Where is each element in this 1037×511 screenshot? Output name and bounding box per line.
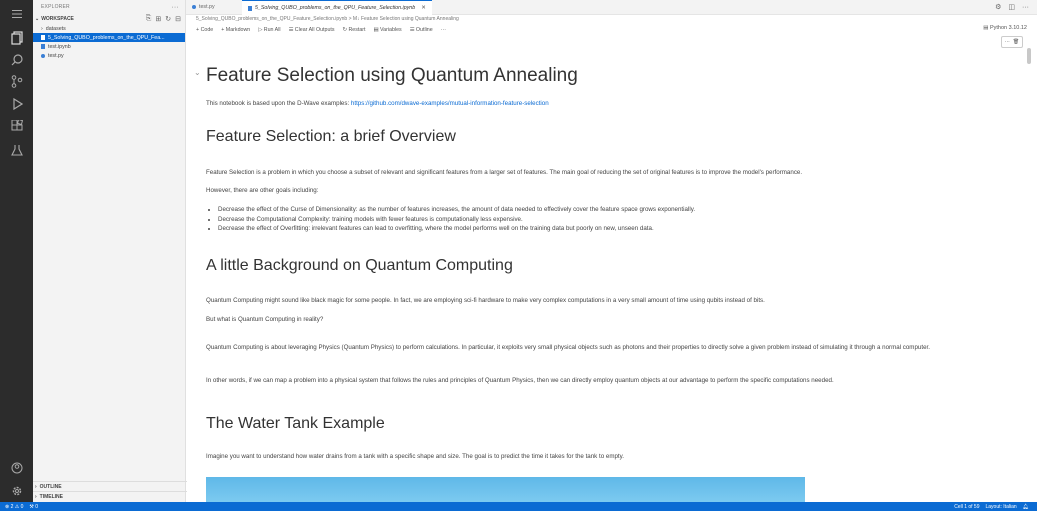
heading-overview: Feature Selection: a brief Overview [206, 128, 456, 145]
outline-section[interactable]: › OUTLINE [33, 481, 187, 491]
list-item: Decrease the Computational Complexity: t… [218, 215, 695, 225]
variables-button[interactable]: ▤ Variables [374, 27, 402, 33]
new-folder-icon[interactable]: ⊞ [155, 15, 161, 23]
refresh-icon[interactable]: ↻ [165, 15, 171, 23]
notebook-toolbar: + Code + Markdown ▷ Run All ☰ Clear All … [196, 27, 446, 33]
notebook-icon [41, 44, 45, 49]
dwave-examples-link[interactable]: https://github.com/dwave-examples/mutual… [351, 100, 549, 107]
background-paragraph-4: In other words, if we can map a problem … [206, 377, 834, 384]
overview-paragraph-1: Feature Selection is a problem in which … [206, 169, 803, 176]
heading-water-tank: The Water Tank Example [206, 415, 385, 432]
chevron-right-icon: › [35, 493, 37, 500]
editor-tab-bar: test.py 5_Solving_QUBO_problems_on_the_Q… [186, 0, 1037, 15]
collapse-chevron-icon[interactable]: ⌄ [194, 68, 201, 77]
tree-item-test-py[interactable]: test.py [33, 51, 185, 60]
tree-item-label: test.py [48, 52, 64, 59]
scrollbar[interactable] [1027, 48, 1031, 64]
explorer-sidebar: EXPLORER ··· ⌄ WORKSPACE ⎘ ⊞ ↻ ⊟ › datas… [33, 0, 187, 502]
notebook-icon [248, 5, 252, 11]
menu-icon[interactable] [7, 4, 26, 23]
kernel-label: Python 3.10.12 [989, 25, 1027, 31]
restart-button[interactable]: ↻ Restart [343, 27, 366, 33]
cell-indicator[interactable]: Cell 1 of 59 [954, 504, 979, 510]
tree-item-label: test.ipynb [48, 43, 71, 50]
goals-list: Decrease the effect of the Curse of Dime… [206, 205, 695, 234]
cell-toolbar: ··· 🗑 [1001, 36, 1023, 48]
new-file-icon[interactable]: ⎘ [146, 15, 152, 23]
tab-test-py[interactable]: test.py [186, 0, 221, 14]
list-item: Decrease the effect of the Curse of Dime… [218, 205, 695, 215]
outline-label: OUTLINE [39, 483, 62, 490]
workspace-label: WORKSPACE [41, 16, 74, 22]
breadcrumb[interactable]: 5_Solving_QUBO_problems_on_the_QPU_Featu… [196, 16, 459, 22]
activity-bar [0, 0, 33, 502]
more-button[interactable]: ··· [441, 27, 446, 33]
keyboard-layout-indicator[interactable]: Layout: Italian [986, 504, 1017, 510]
notifications-bell-icon[interactable]: 🔔︎ [1023, 504, 1029, 510]
run-all-button[interactable]: ▷ Run All [258, 27, 280, 33]
heading-background: A little Background on Quantum Computing [206, 257, 513, 274]
more-actions-icon[interactable]: ··· [1005, 39, 1010, 45]
delete-icon[interactable]: 🗑 [1013, 39, 1019, 45]
more-actions-icon[interactable]: ··· [171, 4, 179, 11]
account-icon[interactable] [7, 458, 26, 477]
tab-label: 5_Solving_QUBO_problems_on_the_QPU_Featu… [255, 5, 416, 11]
water-tank-image [206, 477, 805, 502]
tree-item-selected-notebook[interactable]: 5_Solving_QUBO_problems_on_the_QPU_Fea..… [33, 33, 185, 42]
tree-item-datasets[interactable]: › datasets [33, 24, 185, 33]
testing-icon[interactable] [7, 140, 26, 159]
overview-paragraph-2: However, there are other goals including… [206, 187, 319, 194]
split-editor-icon[interactable]: ◫ [1008, 3, 1015, 11]
gear-icon[interactable]: ⚙ [995, 3, 1001, 11]
files-icon[interactable] [7, 28, 26, 47]
workspace-section[interactable]: ⌄ WORKSPACE ⎘ ⊞ ↻ ⊟ [33, 14, 185, 24]
problems-indicator[interactable]: ⊗ 2 ⚠ 0 [5, 504, 23, 510]
close-icon[interactable]: ✕ [421, 5, 425, 11]
list-item: Decrease the effect of Overfitting: irre… [218, 224, 695, 234]
timeline-section[interactable]: › TIMELINE [33, 491, 187, 501]
kernel-icon: ▤ [983, 25, 990, 31]
tree-item-label: datasets [45, 25, 66, 32]
chevron-down-icon: ⌄ [35, 16, 40, 22]
source-control-icon[interactable] [7, 72, 26, 91]
notebook-icon [41, 35, 45, 40]
ports-indicator[interactable]: ⚒ 0 [29, 504, 38, 510]
add-code-button[interactable]: + Code [196, 27, 213, 33]
timeline-label: TIMELINE [39, 493, 64, 500]
background-paragraph-2: But what is Quantum Computing in reality… [206, 316, 324, 323]
clear-outputs-button[interactable]: ☰ Clear All Outputs [289, 27, 335, 33]
tab-label: test.py [199, 4, 215, 10]
outline-button[interactable]: ☰ Outline [410, 27, 433, 33]
explorer-title: EXPLORER [41, 4, 70, 10]
explorer-header: EXPLORER ··· [33, 0, 185, 14]
python-file-icon [41, 53, 45, 58]
tree-item-test-ipynb[interactable]: test.ipynb [33, 42, 185, 51]
kernel-picker[interactable]: ▤ Python 3.10.12 [983, 25, 1027, 31]
intro-paragraph: This notebook is based upon the D-Wave e… [206, 99, 549, 108]
notebook-title: Feature Selection using Quantum Annealin… [206, 65, 578, 86]
run-debug-icon[interactable] [7, 94, 26, 113]
intro-text: This notebook is based upon the D-Wave e… [206, 100, 351, 107]
chevron-right-icon: › [35, 483, 37, 490]
add-markdown-button[interactable]: + Markdown [221, 27, 250, 33]
collapse-all-icon[interactable]: ⊟ [175, 15, 181, 23]
search-icon[interactable] [7, 50, 26, 69]
chevron-right-icon: › [41, 25, 43, 32]
water-tank-paragraph: Imagine you want to understand how water… [206, 453, 624, 460]
settings-gear-icon[interactable] [7, 481, 26, 500]
python-file-icon [192, 5, 196, 9]
status-bar: ⊗ 2 ⚠ 0 ⚒ 0 Cell 1 of 59 Layout: Italian… [0, 502, 1037, 511]
extensions-icon[interactable] [7, 116, 26, 135]
tree-item-label: 5_Solving_QUBO_problems_on_the_QPU_Fea..… [48, 34, 165, 41]
tab-notebook[interactable]: 5_Solving_QUBO_problems_on_the_QPU_Featu… [242, 0, 432, 15]
more-actions-icon[interactable]: ··· [1022, 4, 1029, 11]
background-paragraph-1: Quantum Computing might sound like black… [206, 297, 765, 304]
background-paragraph-3: Quantum Computing is about leveraging Ph… [206, 344, 930, 351]
